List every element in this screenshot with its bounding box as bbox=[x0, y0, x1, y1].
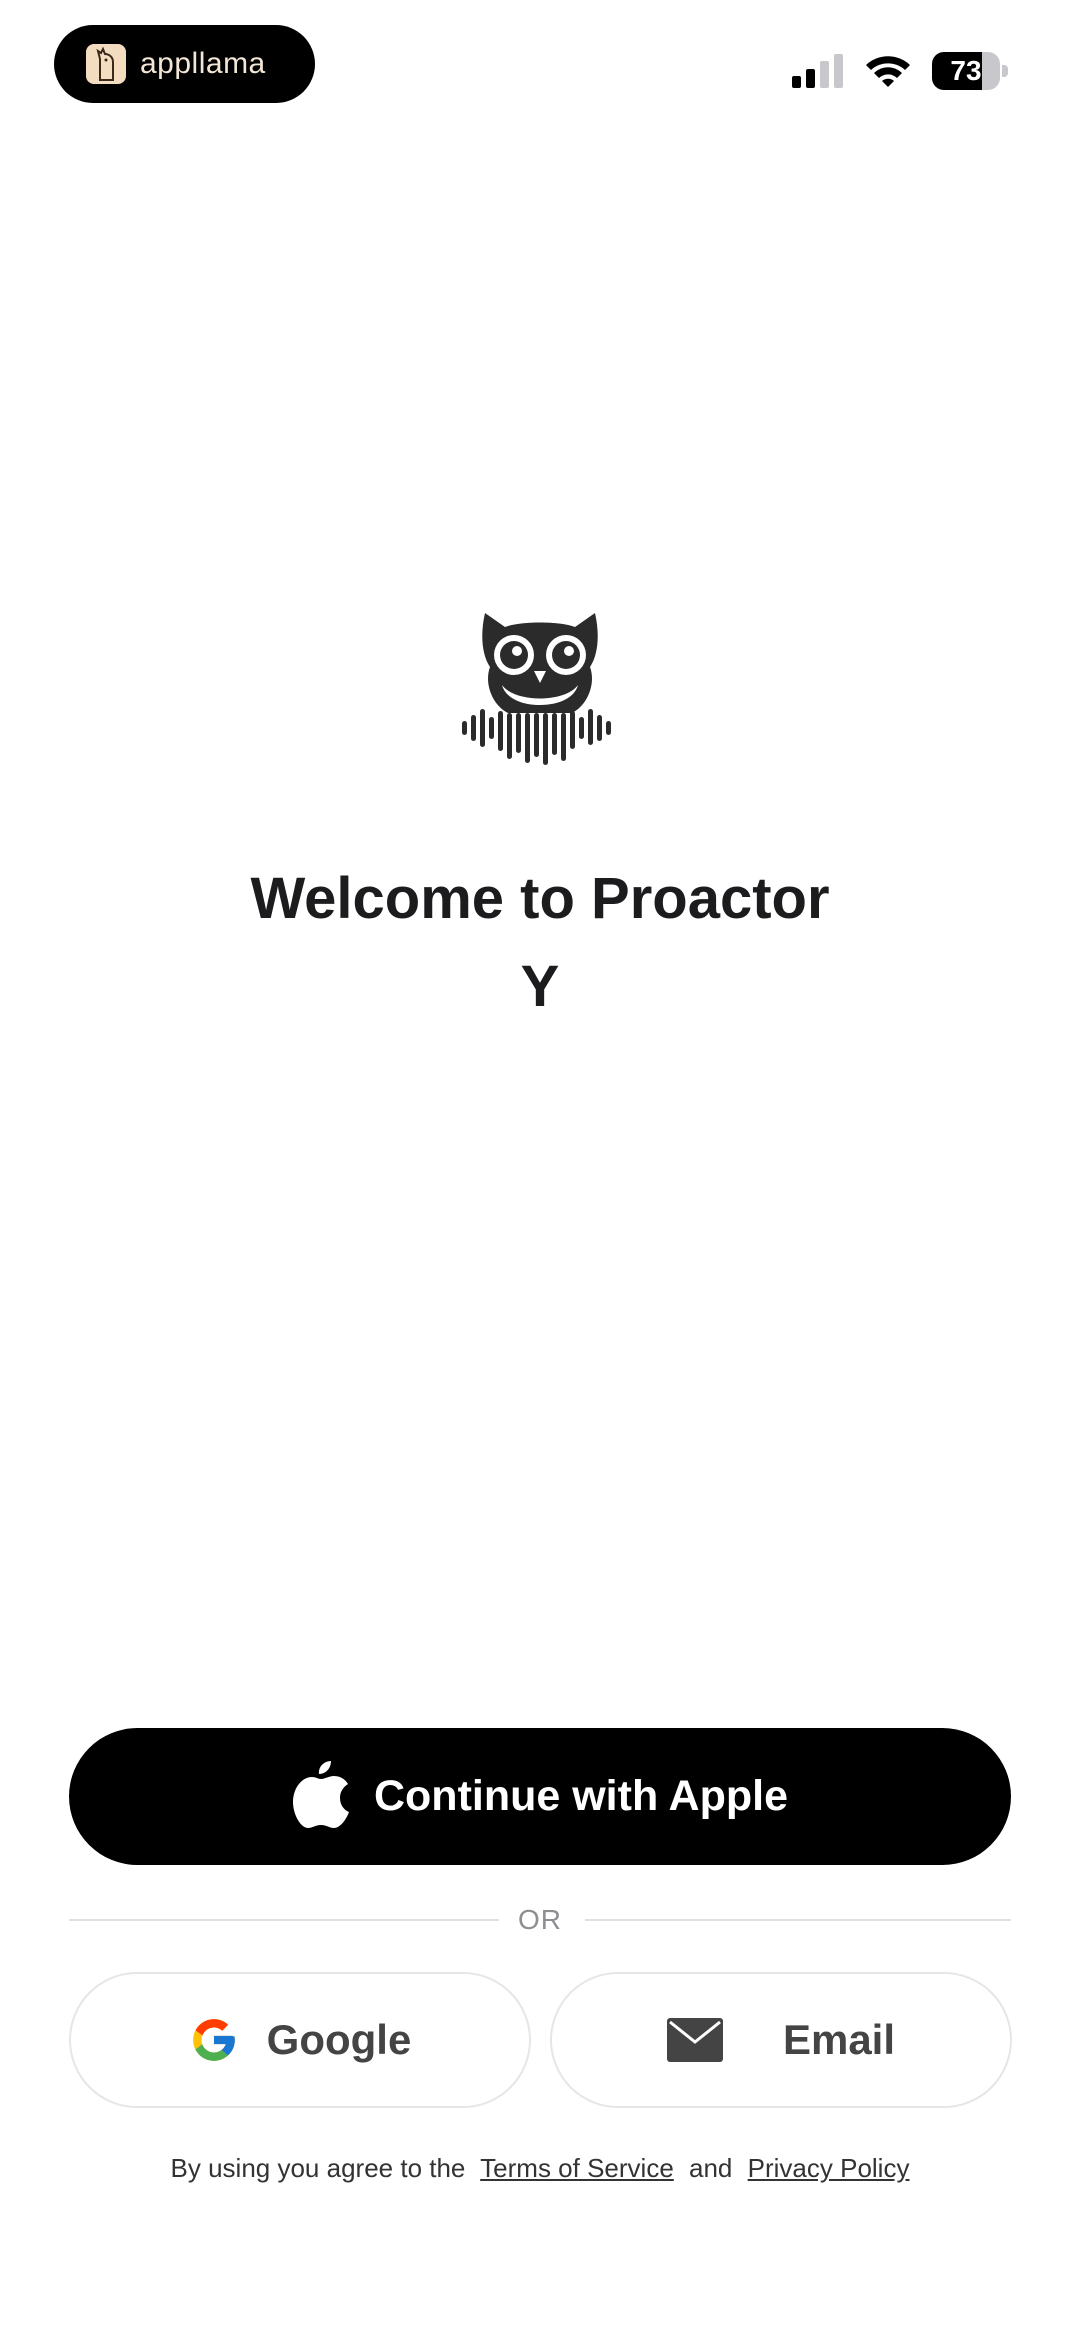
google-button[interactable]: Google bbox=[69, 1972, 531, 2108]
welcome-title: Welcome to Proactor Y bbox=[90, 855, 990, 1031]
welcome-title-line1: Welcome to Proactor bbox=[250, 866, 830, 931]
legal-prefix: By using you agree to the bbox=[170, 2153, 466, 2183]
cellular-signal-icon bbox=[792, 54, 843, 88]
continue-with-apple-button[interactable]: Continue with Apple bbox=[69, 1728, 1011, 1865]
or-label: OR bbox=[518, 1904, 562, 1935]
battery-percent: 73 bbox=[950, 55, 982, 86]
apple-icon bbox=[292, 1760, 349, 1828]
app-badge[interactable]: appllama bbox=[54, 25, 315, 103]
envelope-icon bbox=[666, 2018, 723, 2062]
google-label: Google bbox=[266, 2016, 412, 2063]
battery-icon: 73 bbox=[932, 52, 1010, 92]
wifi-icon bbox=[866, 56, 910, 87]
terms-of-service-link[interactable]: Terms of Service bbox=[480, 2153, 674, 2183]
status-bar: appllama 73 bbox=[0, 0, 1080, 120]
google-icon bbox=[192, 2019, 235, 2061]
email-button[interactable]: Email bbox=[550, 1972, 1012, 2108]
or-divider: OR bbox=[69, 1900, 1011, 1940]
email-label: Email bbox=[782, 2016, 896, 2063]
privacy-policy-link[interactable]: Privacy Policy bbox=[748, 2153, 910, 2183]
app-badge-label: appllama bbox=[140, 47, 266, 80]
owl-soundwave-logo-icon bbox=[462, 613, 611, 765]
llama-icon bbox=[86, 44, 126, 84]
legal-notice: By using you agree to the Terms of Servi… bbox=[0, 2148, 1080, 2188]
continue-with-apple-label: Continue with Apple bbox=[373, 1772, 789, 1820]
legal-and: and bbox=[689, 2153, 733, 2183]
welcome-title-line2: Y bbox=[520, 954, 560, 1019]
